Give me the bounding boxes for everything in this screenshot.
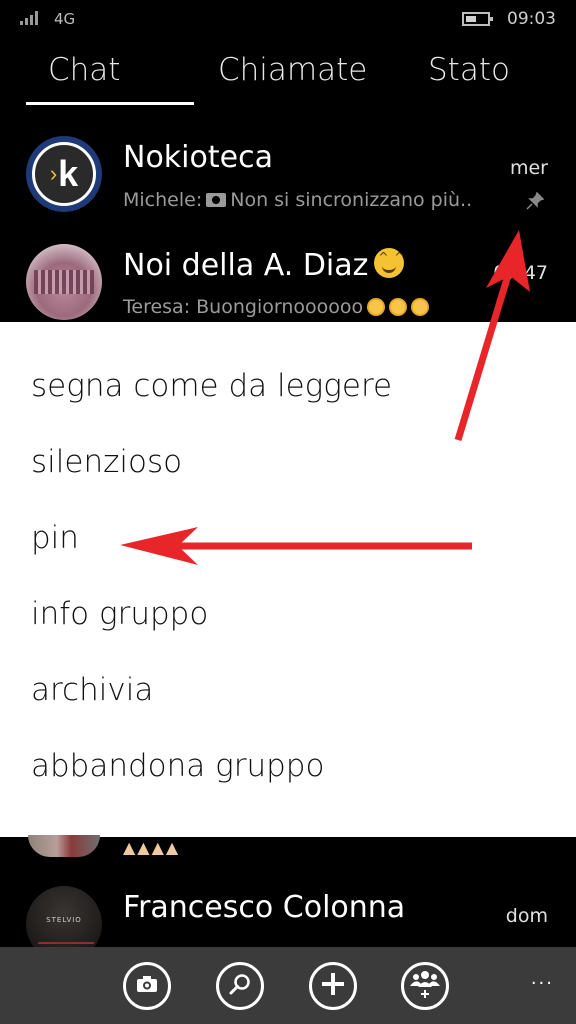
new-group-icon <box>409 969 441 1003</box>
status-bar: 4G 09:03 <box>0 0 576 40</box>
avatar-brand-text: STELVIO <box>46 916 82 924</box>
network-type: 4G <box>54 10 76 28</box>
sun-emoji-icon <box>411 298 430 316</box>
chat-name-text: Noi della A. Diaz <box>123 248 369 283</box>
chat-time: 07:47 <box>493 262 548 284</box>
avatar <box>26 244 102 320</box>
active-tab-indicator <box>26 102 194 105</box>
sun-emoji-icon <box>389 298 408 316</box>
search-button[interactable] <box>216 962 264 1010</box>
sun-emoji-icon <box>367 298 386 316</box>
avatar-letter: k <box>58 153 79 194</box>
menu-item-mute[interactable]: silenzioso <box>31 444 182 480</box>
chat-name: Francesco Colonna <box>123 890 406 925</box>
menu-item-mark-unread[interactable]: segna come da leggere <box>31 368 392 404</box>
chat-preview: Teresa: Buongiornoooooo <box>123 296 430 318</box>
tab-chiamate[interactable]: Chiamate <box>218 52 367 88</box>
tab-chat[interactable]: Chat <box>48 52 120 88</box>
avatar: › k <box>26 136 102 212</box>
menu-item-group-info[interactable]: info gruppo <box>31 596 208 632</box>
chat-name: Noi della A. Diaz <box>123 248 405 283</box>
chat-time: mer <box>509 157 548 179</box>
new-group-button[interactable] <box>401 962 449 1010</box>
menu-item-leave-group[interactable]: abbandona gruppo <box>31 748 324 784</box>
more-options-button[interactable]: ··· <box>531 973 554 994</box>
preview-text: Buongiornoooooo <box>196 296 364 318</box>
signal-strength-icon <box>20 11 42 25</box>
search-icon <box>228 972 252 1000</box>
menu-item-pin[interactable]: pin <box>31 520 79 556</box>
pin-icon <box>526 191 545 215</box>
chat-time: dom <box>505 905 548 927</box>
context-menu: segna come da leggere silenzioso pin inf… <box>0 322 576 837</box>
clock: 09:03 <box>507 9 556 29</box>
new-chat-button[interactable] <box>309 962 357 1010</box>
camera-icon <box>136 975 158 997</box>
chat-name: Nokioteca <box>123 140 273 175</box>
camera-icon <box>206 193 227 207</box>
battery-icon <box>462 12 493 26</box>
preview-sender: Teresa: <box>123 296 191 318</box>
plus-icon <box>320 971 346 1001</box>
menu-item-archive[interactable]: archivia <box>31 672 153 708</box>
pivot-tabs: Chat Chiamate Stato <box>0 52 576 108</box>
avatar <box>28 835 100 857</box>
chevron-logo-icon: › <box>49 161 58 186</box>
camera-button[interactable] <box>123 962 171 1010</box>
chat-item-nokioteca[interactable]: › k Nokioteca mer Michele: Non si sincroni… <box>0 130 576 240</box>
chat-preview: Michele: Non si sincronizzano più.. <box>123 189 472 211</box>
preview-sender: Michele: <box>123 189 203 211</box>
smiling-emoji-icon <box>374 248 405 278</box>
app-bar: ··· <box>0 947 576 1024</box>
preview-text: Non si sincronizzano più.. <box>230 189 473 211</box>
flexed-biceps-emoji-icon: ▲▲▲▲ <box>123 838 181 857</box>
tab-stato[interactable]: Stato <box>428 52 510 88</box>
